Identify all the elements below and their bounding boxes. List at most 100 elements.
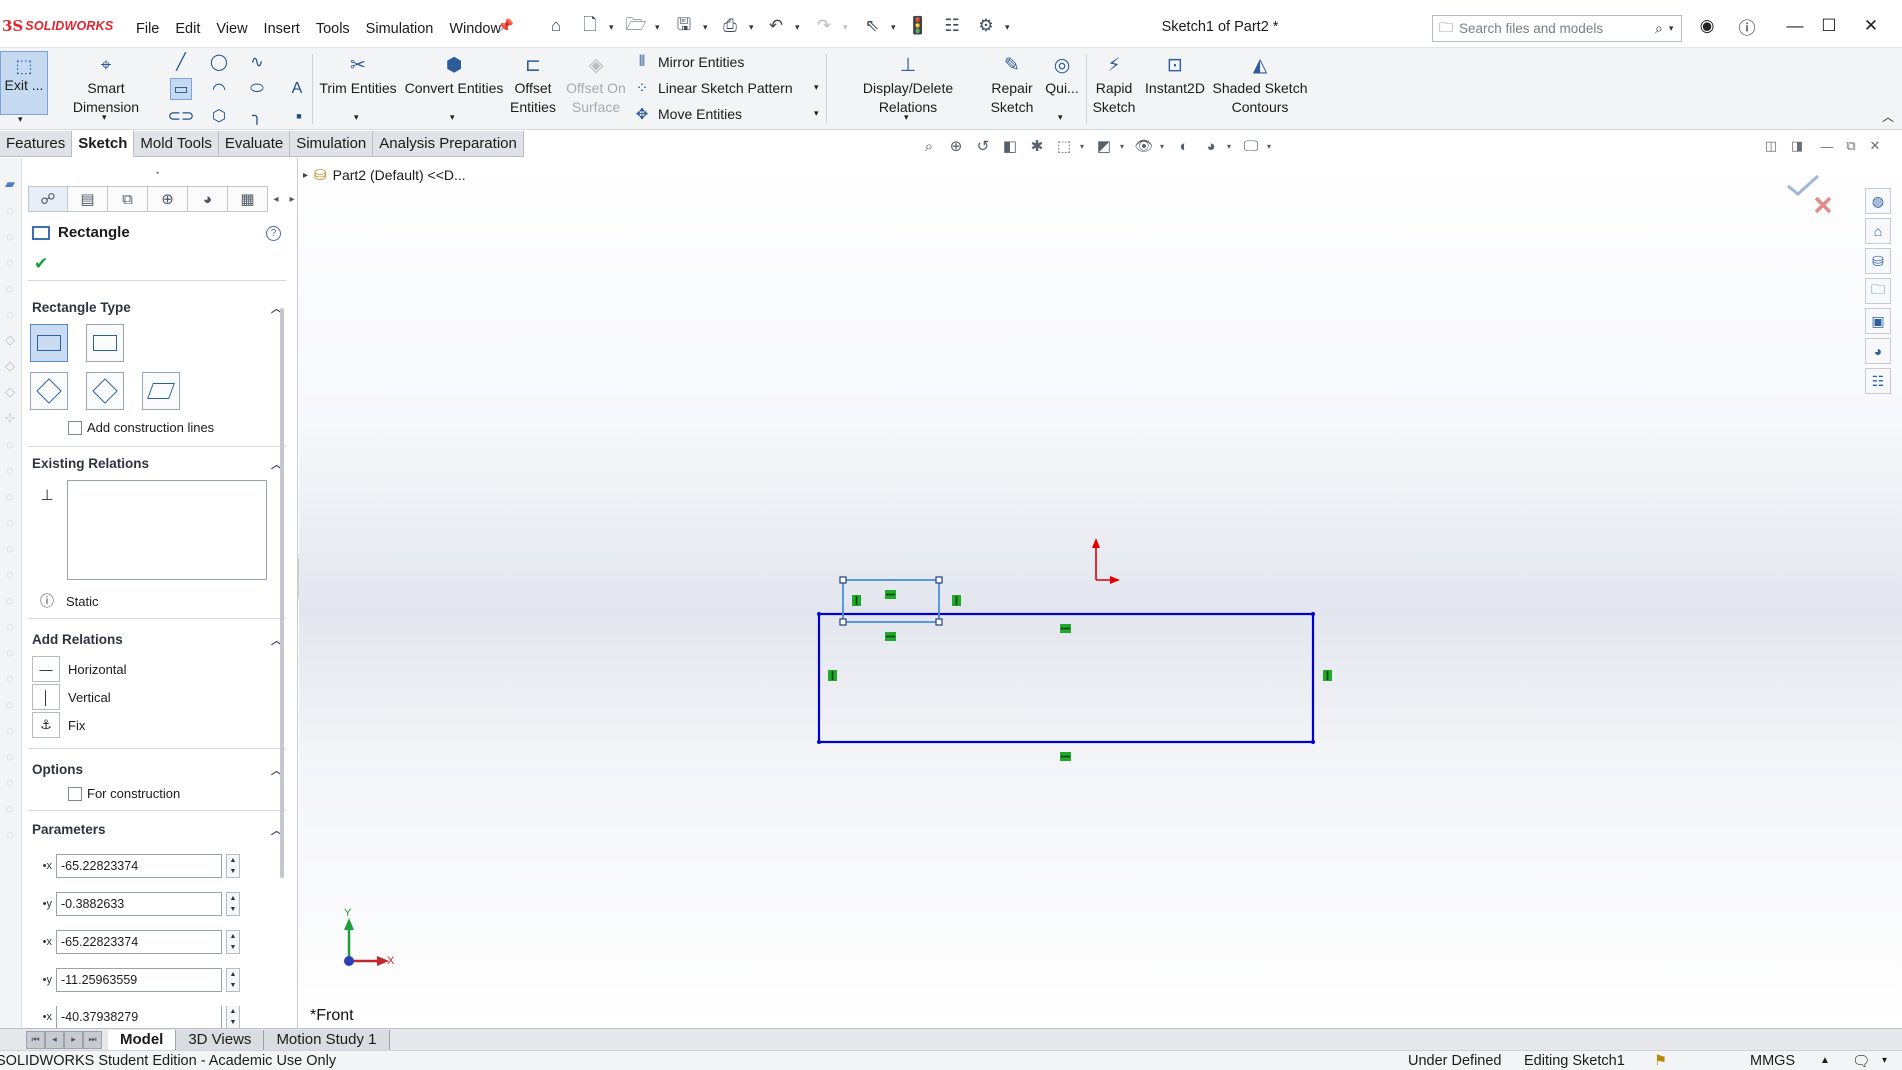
display-delete-relations-button[interactable]: ⊥ Display/Delete Relations [832, 52, 984, 117]
first-tab-icon[interactable]: ⏮ [26, 1030, 45, 1049]
mirror-entities-button[interactable]: ⫴ Mirror Entities [632, 53, 745, 70]
parameters-group-header[interactable]: Parameters ︿ [32, 822, 282, 838]
save-icon[interactable]: 🖫 [672, 14, 696, 38]
zoom-to-fit-icon[interactable]: ⌕ [918, 135, 940, 157]
tab-sketch[interactable]: Sketch [72, 131, 135, 157]
view-orientation-icon[interactable]: ⬚ [1053, 135, 1075, 157]
rapid-sketch-button[interactable]: ⚡ Rapid Sketch [1090, 52, 1138, 117]
y2-input[interactable] [56, 968, 222, 992]
horizontal-relation-glyph[interactable] [885, 632, 896, 641]
confirm-check-icon[interactable] [1787, 174, 1820, 196]
design-library-icon[interactable]: ⛁ [1865, 248, 1891, 274]
horizontal-relation-glyph[interactable] [1060, 624, 1071, 633]
home-icon[interactable]: ⌂ [544, 14, 568, 38]
existing-relations-group-header[interactable]: Existing Relations ︿ [32, 456, 282, 472]
solidworks-logo[interactable]: 3S SOLIDWORKS [2, 17, 113, 35]
chevron-down-icon[interactable]: ▾ [102, 112, 107, 123]
user-account-icon[interactable]: ◉ [1692, 13, 1722, 39]
polygon-icon[interactable]: ⬡ [208, 105, 230, 127]
repair-sketch-button[interactable]: ✎ Repair Sketch [988, 52, 1036, 117]
chevron-down-icon[interactable]: ▾ [749, 22, 757, 32]
add-vertical-relation[interactable]: │ Vertical [32, 684, 111, 710]
x3-input[interactable] [56, 1006, 222, 1028]
three-point-center-rectangle-button[interactable] [86, 372, 124, 410]
menu-file[interactable]: File [128, 17, 167, 41]
pin-icon[interactable]: 📌 [494, 14, 518, 38]
zoom-to-area-icon[interactable]: ⊕ [945, 135, 967, 157]
y1-input[interactable] [56, 892, 222, 916]
feature-icon[interactable]: ◌ [2, 670, 18, 686]
menu-simulation[interactable]: Simulation [358, 17, 442, 41]
selection-handle[interactable] [839, 618, 847, 626]
exit-sketch-button[interactable]: ⬚ Exit ... [0, 51, 48, 115]
graphics-area[interactable]: Y X [299, 158, 1902, 1028]
sketch-icon[interactable]: ◌ [2, 436, 18, 452]
vertical-relation-glyph[interactable] [952, 595, 961, 606]
chevron-down-icon[interactable]: ▾ [1882, 1055, 1887, 1066]
chevron-up-icon[interactable]: ︿ [1882, 108, 1894, 125]
sensors-icon[interactable]: ◌ [2, 228, 18, 244]
solidworks-resources-icon[interactable]: ◍ [1865, 188, 1891, 214]
expand-arrow-icon[interactable]: ▸ [303, 170, 308, 181]
chevron-down-icon[interactable]: ▾ [1227, 142, 1235, 151]
three-point-corner-rectangle-button[interactable] [30, 372, 68, 410]
cancel-x-icon[interactable] [1814, 196, 1832, 214]
linear-sketch-pattern-button[interactable]: ⁘ Linear Sketch Pattern [632, 79, 793, 97]
viewport-restore-icon[interactable]: ◫ [1762, 138, 1780, 154]
feature-icon[interactable]: ◌ [2, 618, 18, 634]
comment-icon[interactable]: 🗨 [1852, 1053, 1870, 1070]
corner-rectangle-button[interactable] [30, 324, 68, 362]
add-construction-lines-checkbox[interactable] [68, 420, 82, 435]
chevron-down-icon[interactable]: ▾ [1160, 142, 1168, 151]
ellipse-icon[interactable]: ⬭ [246, 78, 268, 100]
chevron-down-icon[interactable]: ▾ [18, 114, 23, 125]
search-input[interactable] [1459, 21, 1649, 36]
hide-show-items-icon[interactable]: 👁 [1133, 135, 1155, 157]
selection-handle[interactable] [935, 618, 943, 626]
options-group-header[interactable]: Options ︿ [32, 762, 282, 778]
feature-icon[interactable]: ◌ [2, 462, 18, 478]
maximize-icon[interactable]: ☐ [1814, 13, 1844, 39]
close-icon[interactable]: ✕ [1856, 13, 1886, 39]
sketch-point[interactable] [817, 740, 821, 744]
add-horizontal-relation[interactable]: — Horizontal [32, 656, 127, 682]
offset-entities-button[interactable]: ⊏ Offset Entities [508, 52, 558, 117]
feature-icon[interactable]: ◌ [2, 644, 18, 660]
for-construction-checkbox[interactable] [68, 786, 82, 801]
feature-icon[interactable]: ◌ [2, 566, 18, 582]
appearances-icon[interactable]: ◕ [1865, 338, 1891, 364]
right-plane-icon[interactable]: ◇ [2, 384, 18, 400]
confirmation-corner[interactable] [1784, 168, 1836, 228]
part-icon[interactable]: ▰ [2, 176, 18, 192]
configuration-manager-tab-icon[interactable]: ⧉ [108, 186, 148, 212]
sketch-point[interactable] [1311, 740, 1315, 744]
chevron-down-icon[interactable]: ▾ [450, 112, 455, 123]
move-entities-button[interactable]: ✥ Move Entities [632, 105, 742, 123]
feature-icon[interactable]: ◌ [2, 592, 18, 608]
unit-system[interactable]: MMGS [1750, 1053, 1795, 1069]
horizontal-relation-glyph[interactable] [885, 590, 896, 599]
origin-icon[interactable]: ⊹ [2, 410, 18, 426]
help-icon[interactable]: ⓘ [1732, 13, 1762, 39]
for-construction-option[interactable]: For construction [68, 786, 180, 801]
point-icon[interactable]: ■ [288, 105, 310, 127]
viewport-split-icon[interactable]: ◨ [1788, 138, 1806, 154]
sketch-point[interactable] [817, 612, 821, 616]
chevron-down-icon[interactable]: ▾ [1005, 22, 1013, 32]
feature-icon[interactable]: ◌ [2, 826, 18, 842]
previous-tab-icon[interactable]: ◂ [45, 1030, 64, 1049]
rectangle-type-group-header[interactable]: Rectangle Type ︿ [32, 300, 282, 316]
menu-edit[interactable]: Edit [167, 17, 208, 41]
smart-dimension-button[interactable]: ⌖ Smart Dimension [54, 52, 158, 117]
selection-handle[interactable] [839, 576, 847, 584]
dimxpert-manager-tab-icon[interactable]: ⊕ [148, 186, 188, 212]
y1-spinner[interactable]: ▲ ▼ [226, 892, 240, 916]
tab-motion-study-1[interactable]: Motion Study 1 [264, 1029, 390, 1050]
slot-icon[interactable]: ⊂⊃ [168, 105, 195, 127]
material-icon[interactable]: ◌ [2, 306, 18, 322]
vertical-relation-glyph[interactable] [852, 595, 861, 606]
viewport-minimize-icon[interactable]: — [1818, 138, 1836, 154]
display-manager-tab-icon[interactable]: ◕ [188, 186, 228, 212]
add-relations-group-header[interactable]: Add Relations ︿ [32, 632, 282, 648]
tab-evaluate[interactable]: Evaluate [218, 131, 291, 157]
